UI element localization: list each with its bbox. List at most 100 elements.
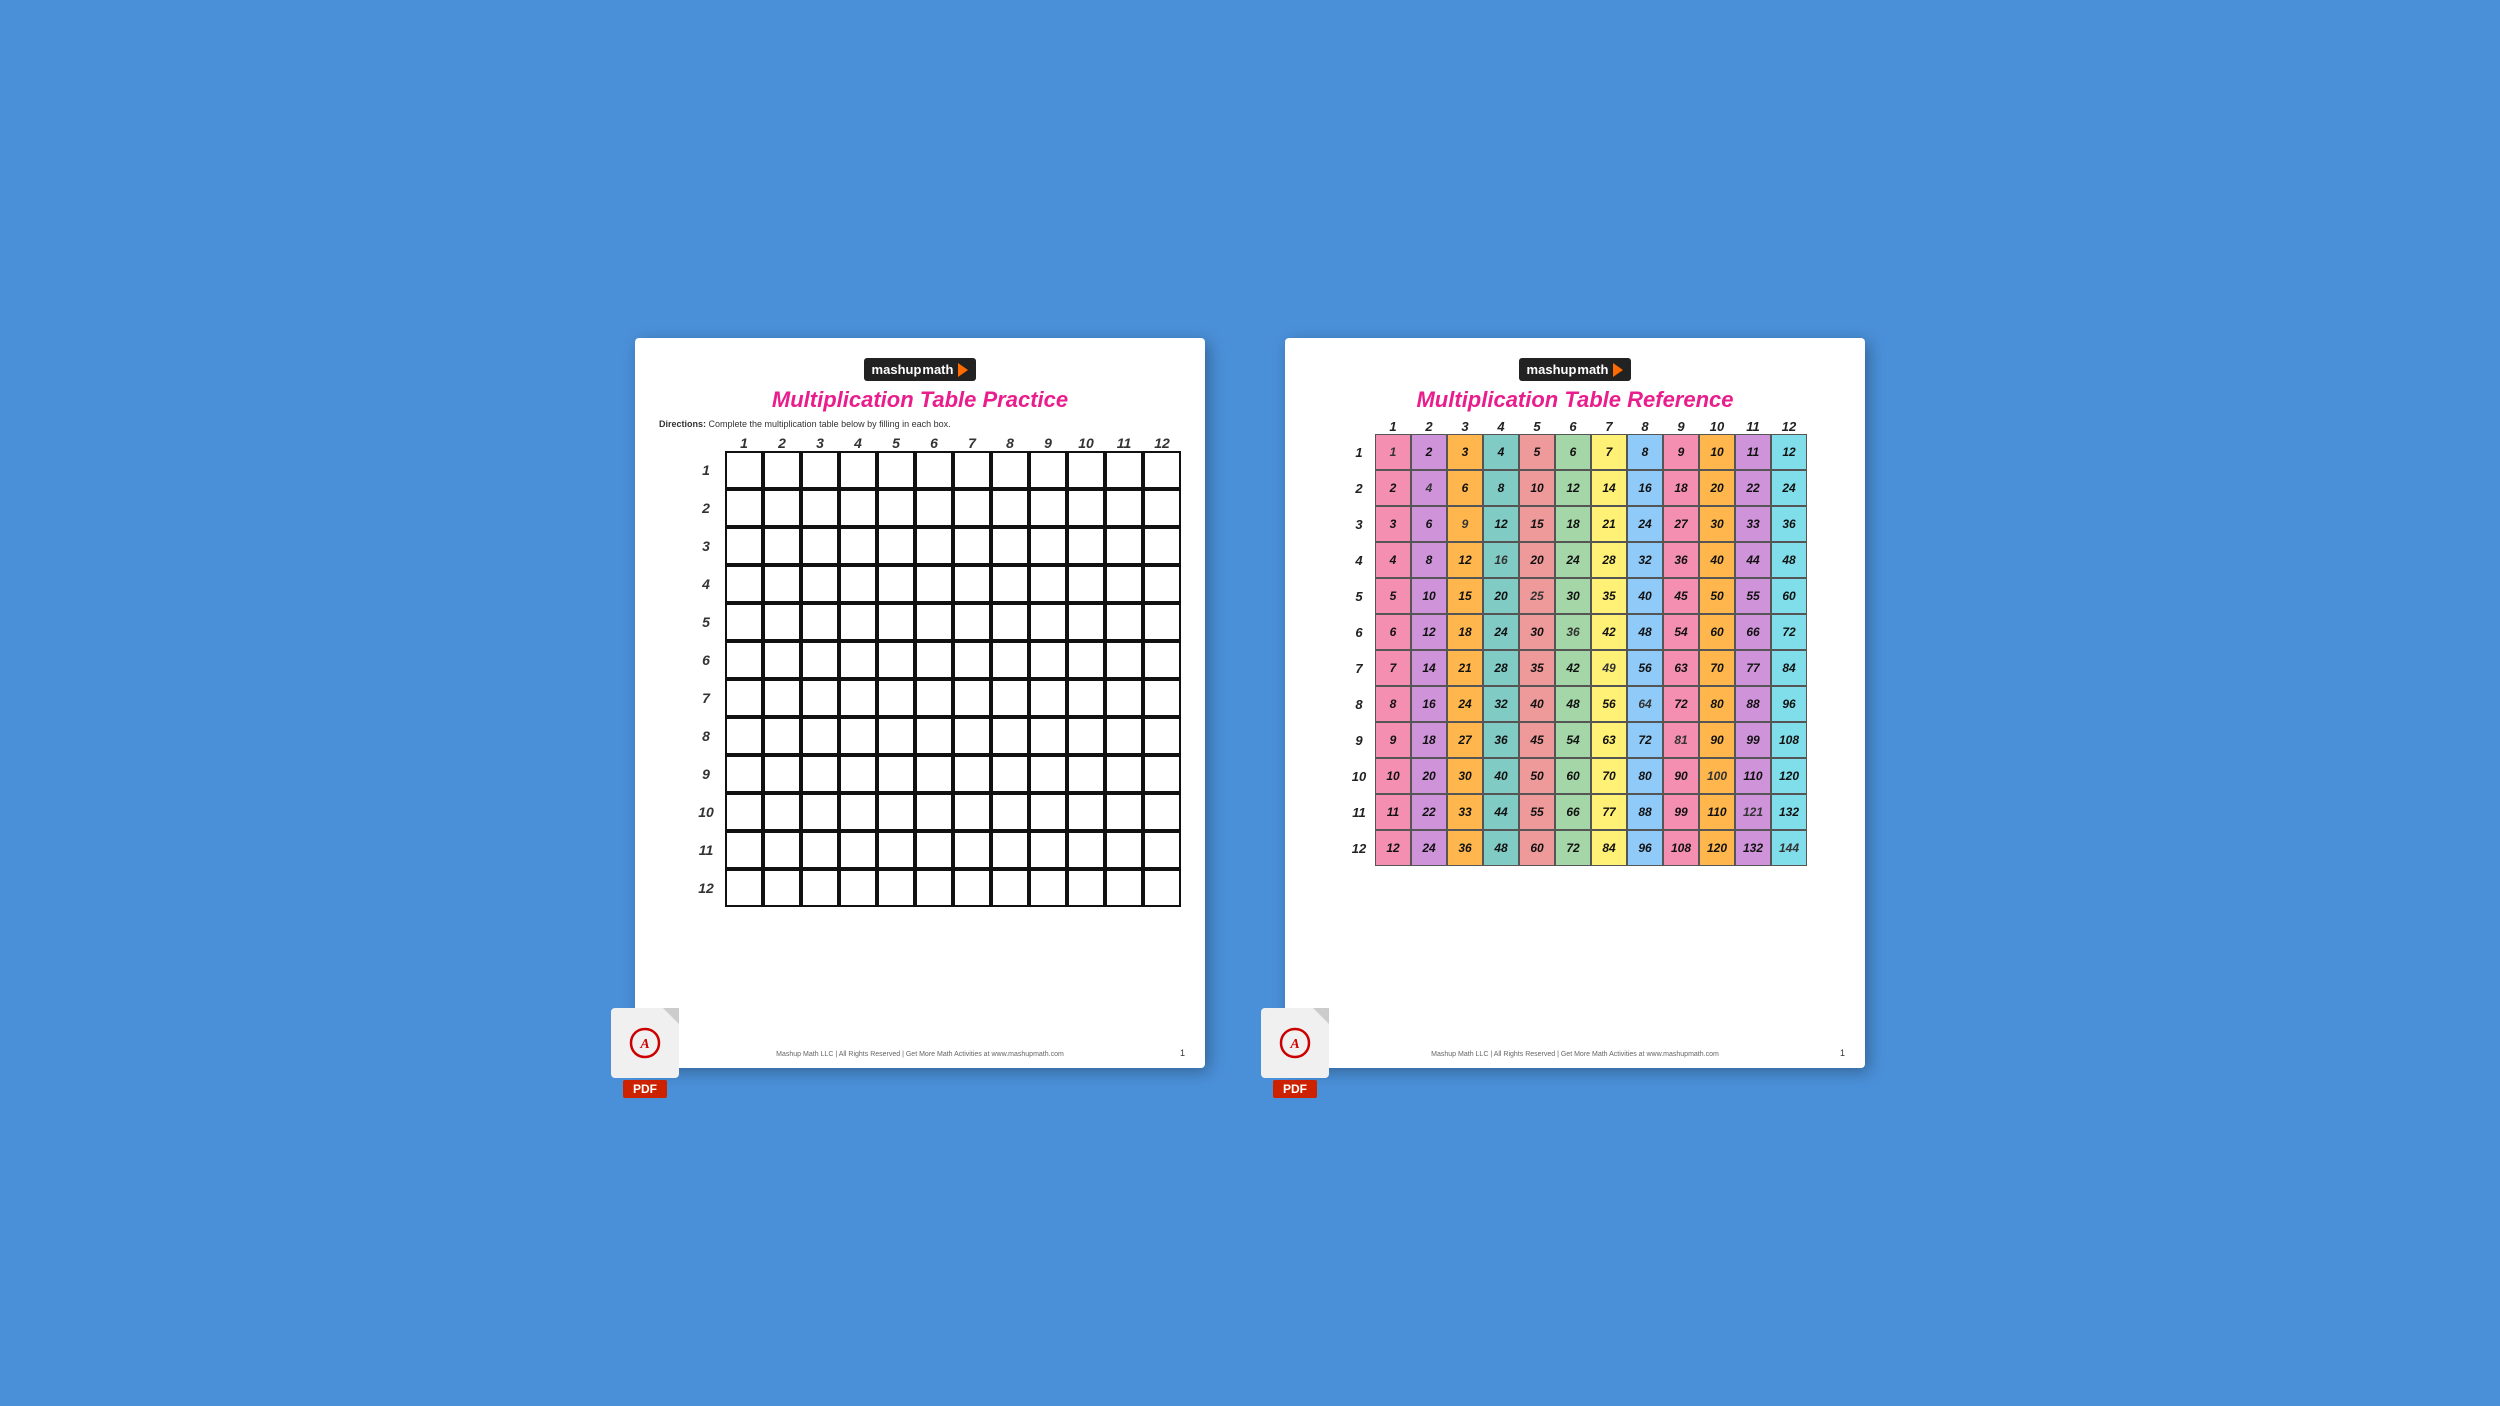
practice-cell[interactable] [763,793,801,831]
practice-cell[interactable] [1143,679,1181,717]
practice-cell[interactable] [1067,679,1105,717]
practice-cell[interactable] [763,489,801,527]
practice-cell[interactable] [839,603,877,641]
practice-cell[interactable] [1029,755,1067,793]
practice-cell[interactable] [991,755,1029,793]
practice-cell[interactable] [991,793,1029,831]
practice-cell[interactable] [953,527,991,565]
practice-cell[interactable] [877,679,915,717]
practice-cell[interactable] [1067,755,1105,793]
practice-cell[interactable] [953,679,991,717]
practice-cell[interactable] [1067,641,1105,679]
practice-cell[interactable] [953,831,991,869]
practice-cell[interactable] [915,565,953,603]
practice-cell[interactable] [1143,641,1181,679]
practice-cell[interactable] [725,603,763,641]
practice-cell[interactable] [1067,717,1105,755]
practice-cell[interactable] [801,717,839,755]
practice-cell[interactable] [801,831,839,869]
practice-cell[interactable] [839,831,877,869]
practice-cell[interactable] [1143,527,1181,565]
practice-cell[interactable] [839,869,877,907]
practice-cell[interactable] [801,641,839,679]
practice-cell[interactable] [1029,831,1067,869]
practice-cell[interactable] [725,641,763,679]
practice-cell[interactable] [725,527,763,565]
practice-cell[interactable] [877,641,915,679]
practice-cell[interactable] [877,869,915,907]
practice-cell[interactable] [991,679,1029,717]
practice-cell[interactable] [725,451,763,489]
practice-cell[interactable] [801,565,839,603]
practice-cell[interactable] [953,793,991,831]
practice-cell[interactable] [763,527,801,565]
practice-cell[interactable] [763,869,801,907]
practice-cell[interactable] [1067,831,1105,869]
practice-cell[interactable] [1067,489,1105,527]
practice-cell[interactable] [877,755,915,793]
practice-cell[interactable] [1143,869,1181,907]
practice-cell[interactable] [1029,869,1067,907]
practice-cell[interactable] [1143,831,1181,869]
practice-cell[interactable] [915,641,953,679]
practice-cell[interactable] [991,527,1029,565]
practice-cell[interactable] [839,717,877,755]
practice-cell[interactable] [1105,489,1143,527]
practice-cell[interactable] [839,527,877,565]
practice-cell[interactable] [1067,565,1105,603]
practice-cell[interactable] [877,489,915,527]
practice-cell[interactable] [801,793,839,831]
practice-cell[interactable] [877,717,915,755]
practice-cell[interactable] [953,565,991,603]
practice-cell[interactable] [991,831,1029,869]
practice-cell[interactable] [801,869,839,907]
practice-cell[interactable] [915,489,953,527]
practice-cell[interactable] [1029,679,1067,717]
practice-cell[interactable] [991,489,1029,527]
practice-cell[interactable] [915,679,953,717]
practice-cell[interactable] [839,489,877,527]
practice-cell[interactable] [877,527,915,565]
practice-cell[interactable] [839,451,877,489]
practice-cell[interactable] [725,565,763,603]
practice-cell[interactable] [1067,869,1105,907]
practice-cell[interactable] [915,603,953,641]
practice-cell[interactable] [953,869,991,907]
practice-cell[interactable] [877,793,915,831]
practice-cell[interactable] [801,679,839,717]
practice-cell[interactable] [1029,565,1067,603]
practice-cell[interactable] [877,565,915,603]
practice-cell[interactable] [991,717,1029,755]
practice-cell[interactable] [877,831,915,869]
practice-cell[interactable] [1143,603,1181,641]
practice-cell[interactable] [763,679,801,717]
practice-cell[interactable] [953,603,991,641]
practice-cell[interactable] [991,869,1029,907]
practice-cell[interactable] [801,489,839,527]
practice-cell[interactable] [725,489,763,527]
practice-cell[interactable] [1029,641,1067,679]
practice-cell[interactable] [1143,793,1181,831]
practice-cell[interactable] [1105,527,1143,565]
practice-cell[interactable] [1105,793,1143,831]
practice-cell[interactable] [915,869,953,907]
practice-cell[interactable] [725,831,763,869]
practice-cell[interactable] [763,641,801,679]
practice-cell[interactable] [953,755,991,793]
practice-cell[interactable] [1067,793,1105,831]
practice-cell[interactable] [1067,451,1105,489]
practice-cell[interactable] [877,603,915,641]
practice-cell[interactable] [1105,565,1143,603]
practice-cell[interactable] [1105,679,1143,717]
practice-cell[interactable] [953,641,991,679]
practice-cell[interactable] [877,451,915,489]
practice-cell[interactable] [763,603,801,641]
practice-cell[interactable] [991,641,1029,679]
practice-cell[interactable] [1029,603,1067,641]
practice-cell[interactable] [1143,451,1181,489]
practice-cell[interactable] [915,527,953,565]
practice-cell[interactable] [1029,717,1067,755]
practice-cell[interactable] [1029,793,1067,831]
practice-cell[interactable] [915,755,953,793]
practice-pdf-icon[interactable]: A PDF [605,1008,685,1098]
